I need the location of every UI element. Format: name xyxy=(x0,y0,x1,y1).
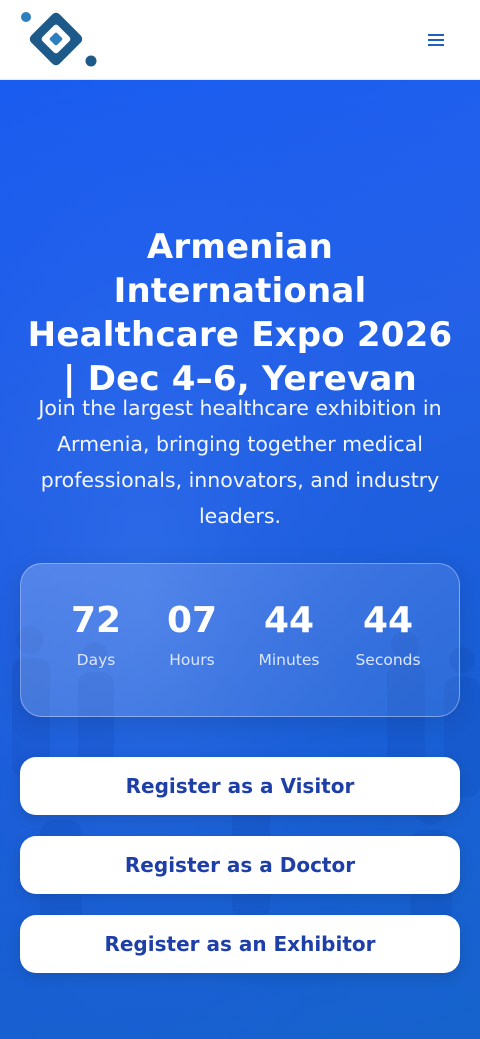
register-doctor-label: Register as a Doctor xyxy=(124,853,356,877)
hero-title: Armenian International Healthcare Expo 2… xyxy=(27,227,453,399)
countdown-hours: 07 Hours xyxy=(144,600,240,670)
countdown-seconds-value: 44 xyxy=(362,600,414,641)
countdown-days: 72 Days xyxy=(48,600,144,670)
countdown-minutes-value: 44 xyxy=(263,600,315,641)
countdown-days-label: Days xyxy=(76,651,116,669)
register-exhibitor-button[interactable]: Register as an Exhibitor xyxy=(20,915,460,973)
register-doctor-button[interactable]: Register as a Doctor xyxy=(20,836,460,894)
countdown-timer: 72 Days 07 Hours 44 Minutes 44 Seconds xyxy=(20,563,460,717)
register-visitor-label: Register as a Visitor xyxy=(125,774,355,798)
brand-logo[interactable] xyxy=(18,10,100,68)
countdown-minutes-label: Minutes xyxy=(258,651,320,669)
hamburger-menu-icon xyxy=(428,34,444,46)
hero-subtitle: Join the largest healthcare exhibition i… xyxy=(38,396,442,528)
site-header xyxy=(0,0,480,80)
hero-section: Armenian International Healthcare Expo 2… xyxy=(0,80,480,1039)
countdown-hours-label: Hours xyxy=(169,651,215,669)
register-visitor-button[interactable]: Register as a Visitor xyxy=(20,757,460,815)
countdown-seconds-label: Seconds xyxy=(355,651,421,669)
register-exhibitor-label: Register as an Exhibitor xyxy=(104,932,376,956)
menu-button[interactable] xyxy=(420,26,452,54)
countdown-seconds: 44 Seconds xyxy=(340,600,436,670)
countdown-days-value: 72 xyxy=(70,600,122,641)
crowd-background-image xyxy=(0,80,480,1039)
countdown-minutes: 44 Minutes xyxy=(241,600,337,670)
countdown-hours-value: 07 xyxy=(166,600,218,641)
